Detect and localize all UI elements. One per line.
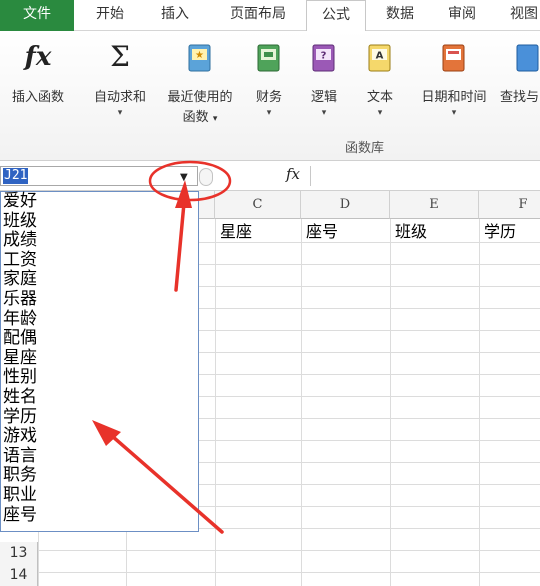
finance-dropdown-icon: ▾ [266, 108, 272, 118]
list-item[interactable]: 职务 [1, 466, 198, 486]
list-item[interactable]: 性别 [1, 368, 198, 388]
book-question-icon: ? [312, 44, 335, 72]
tab-insert[interactable]: 插入 [144, 0, 206, 31]
table-row [0, 551, 540, 573]
row-header-14[interactable]: 14 [0, 564, 38, 586]
book-money-icon [257, 44, 280, 72]
formula-input[interactable] [310, 166, 540, 186]
book-calendar-icon [442, 44, 465, 72]
list-item[interactable]: 星座 [1, 348, 198, 369]
tab-view[interactable]: 视图 [494, 0, 540, 31]
name-box-value: J21 [3, 168, 29, 184]
tab-home[interactable]: 开始 [80, 0, 140, 31]
finance-button[interactable]: 财务 ▾ [246, 31, 292, 131]
list-item[interactable]: 职业 [1, 485, 198, 506]
datetime-dropdown-icon: ▾ [451, 108, 457, 118]
autosum-dropdown-icon: ▾ [117, 108, 123, 118]
book-letter-icon: A [368, 44, 391, 72]
list-item[interactable]: 爱好 [1, 191, 198, 212]
lookup-button[interactable]: 查找与 [498, 31, 540, 131]
list-item[interactable]: 学历 [1, 407, 198, 428]
table-row [0, 529, 540, 551]
autosum-button[interactable]: Σ 自动求和 ▾ [84, 31, 156, 131]
list-item[interactable]: 家庭 [1, 270, 198, 290]
text-button[interactable]: A 文本 ▾ [358, 31, 402, 131]
list-item[interactable]: 成绩 [1, 231, 198, 251]
svg-text:?: ? [321, 51, 327, 62]
column-header-e[interactable]: E [390, 191, 479, 219]
list-item[interactable]: 配偶 [1, 329, 198, 349]
recent-functions-button[interactable]: ★ 最近使用的 函数 ▾ [156, 31, 244, 131]
datetime-button[interactable]: 日期和时间 ▾ [410, 31, 498, 131]
book-star-icon: ★ [188, 44, 211, 72]
name-box-dropdown-list: 爱好 班级 成绩 工资 家庭 乐器 年龄 配偶 星座 性别 姓名 学历 游戏 语… [0, 191, 199, 532]
list-item[interactable]: 姓名 [1, 387, 198, 408]
ribbon-group-label: 函数库 [345, 141, 385, 156]
logic-dropdown-icon: ▾ [321, 108, 327, 118]
cell-d1[interactable]: 座号 [306, 221, 338, 243]
column-header-c[interactable]: C [215, 191, 301, 219]
list-item[interactable]: 座号 [1, 505, 198, 526]
ribbon-tabs: 文件 开始 插入 页面布局 公式 数据 审阅 视图 [0, 0, 540, 32]
sigma-icon: Σ [110, 40, 130, 73]
tab-page-layout[interactable]: 页面布局 [212, 0, 304, 31]
ribbon: fx 插入函数 Σ 自动求和 ▾ ★ 最近使用的 函数 ▾ 财务 ▾ ? 逻辑 … [0, 31, 540, 161]
fx-button[interactable]: fx [286, 165, 300, 183]
name-box-dropdown-icon[interactable]: ▼ [180, 172, 188, 183]
logic-button[interactable]: ? 逻辑 ▾ [302, 31, 346, 131]
tab-file[interactable]: 文件 [0, 0, 74, 31]
cell-e1[interactable]: 班级 [395, 221, 427, 243]
cell-c1[interactable]: 星座 [220, 221, 252, 243]
list-item[interactable]: 年龄 [1, 309, 198, 330]
list-item[interactable]: 语言 [1, 446, 198, 467]
tab-review[interactable]: 审阅 [432, 0, 492, 31]
book-lookup-icon [516, 44, 539, 72]
svg-text:★: ★ [195, 50, 204, 61]
list-item[interactable]: 游戏 [1, 427, 198, 447]
list-item[interactable]: 乐器 [1, 289, 198, 310]
fx-icon: fx [24, 42, 52, 72]
tab-formulas[interactable]: 公式 [306, 0, 366, 32]
text-dropdown-icon: ▾ [377, 108, 383, 118]
list-item[interactable]: 班级 [1, 211, 198, 232]
cell-f1[interactable]: 学历 [484, 221, 516, 243]
recent-dropdown-icon: ▾ [212, 114, 218, 124]
name-box[interactable]: J21 [0, 166, 198, 186]
list-item[interactable]: 工资 [1, 250, 198, 271]
tab-data[interactable]: 数据 [370, 0, 430, 31]
column-header-f[interactable]: F [479, 191, 540, 219]
row-header-13[interactable]: 13 [0, 542, 38, 564]
insert-function-button[interactable]: fx 插入函数 [0, 31, 76, 131]
svg-text:A: A [376, 51, 384, 62]
column-header-d[interactable]: D [301, 191, 390, 219]
formula-bar-splitter[interactable] [199, 168, 213, 186]
